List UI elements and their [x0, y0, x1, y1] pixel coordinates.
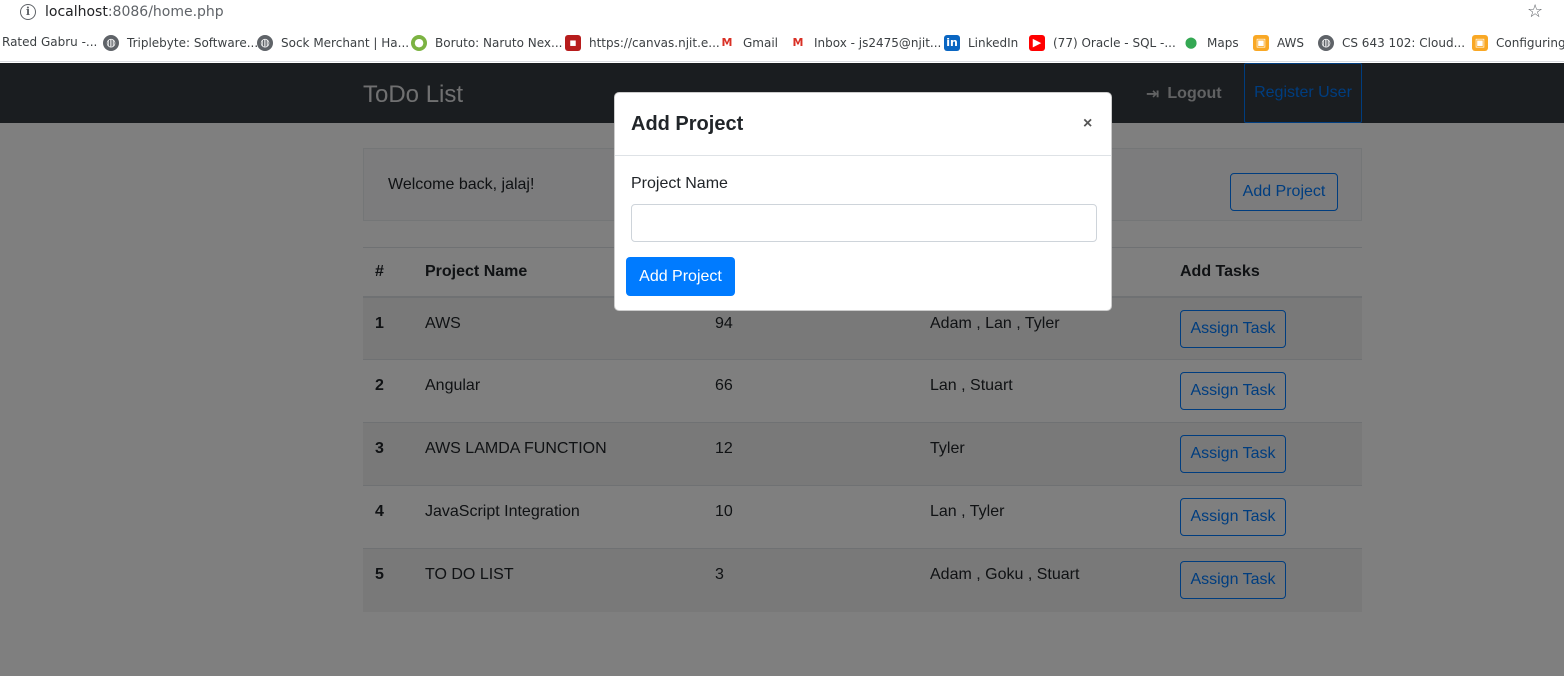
bookmark-label: AWS — [1277, 36, 1305, 50]
info-icon[interactable]: i — [20, 4, 36, 20]
globe-icon: ◍ — [257, 35, 273, 51]
address-bar[interactable]: i localhost:8086/home.php ☆ — [0, 0, 1564, 26]
gmail-icon: M — [792, 36, 804, 49]
project-name-label: Project Name — [631, 175, 728, 192]
bookmark-label: Configuring a — [1496, 36, 1564, 50]
bookmark-label: Inbox - js2475@njit... — [814, 36, 942, 50]
canvas-icon: ▪ — [565, 35, 581, 51]
globe-icon: ◍ — [103, 35, 119, 51]
bookmark-item[interactable]: ◍ Triplebyte: Software... — [103, 35, 258, 51]
bookmark-item[interactable]: M Gmail — [719, 35, 779, 51]
url-host: localhost — [45, 4, 108, 20]
bookmark-item[interactable]: ⬤ Maps — [1183, 35, 1239, 51]
aws-icon: ▣ — [1472, 35, 1488, 51]
bookmark-star-icon[interactable]: ☆ — [1527, 1, 1543, 22]
bookmark-label: Sock Merchant | Ha... — [281, 36, 410, 50]
bookmark-item[interactable]: ▪ https://canvas.njit.e... — [565, 35, 720, 51]
bookmarks-bar: Rated Gabru -... ◍ Triplebyte: Software..… — [0, 26, 1564, 62]
youtube-icon: ▶ — [1029, 35, 1045, 51]
modal-title: Add Project — [631, 113, 744, 135]
project-name-input[interactable] — [631, 204, 1097, 242]
aws-icon: ▣ — [1253, 35, 1269, 51]
url-path: :8086/home.php — [107, 4, 224, 20]
bookmark-label: https://canvas.njit.e... — [589, 36, 720, 50]
bookmark-item[interactable]: ● Boruto: Naruto Nex... — [411, 35, 562, 51]
bookmark-item[interactable]: in LinkedIn — [944, 35, 1018, 51]
bookmark-item[interactable]: ▶ (77) Oracle - SQL -... — [1029, 35, 1176, 51]
bookmark-label: Gmail — [743, 36, 779, 50]
add-project-submit-button[interactable]: Add Project — [626, 257, 735, 296]
bookmark-item[interactable]: ◍ Sock Merchant | Ha... — [257, 35, 409, 51]
bookmark-label: Rated Gabru -... — [2, 35, 98, 49]
bookmark-item[interactable]: ◍ CS 643 102: Cloud... — [1318, 35, 1465, 51]
bookmark-item[interactable]: M Inbox - js2475@njit... — [790, 35, 942, 51]
bookmark-label: LinkedIn — [968, 36, 1019, 50]
bookmark-label: CS 643 102: Cloud... — [1342, 36, 1466, 50]
globe-icon: ◍ — [1318, 35, 1334, 51]
bookmark-label: Triplebyte: Software... — [127, 36, 259, 50]
boruto-icon: ● — [411, 35, 427, 51]
linkedin-icon: in — [944, 35, 960, 51]
bookmark-label: Maps — [1207, 36, 1239, 50]
bookmark-label: (77) Oracle - SQL -... — [1053, 36, 1176, 50]
bookmark-item[interactable]: ▣ Configuring a — [1472, 35, 1564, 51]
bookmark-item[interactable]: Rated Gabru -... — [2, 35, 97, 49]
close-icon[interactable]: × — [1083, 115, 1092, 133]
url-text[interactable]: localhost:8086/home.php — [45, 4, 224, 20]
bookmark-item[interactable]: ▣ AWS — [1253, 35, 1304, 51]
bookmark-label: Boruto: Naruto Nex... — [435, 36, 563, 50]
maps-icon: ⬤ — [1184, 36, 1198, 49]
add-project-modal: Add Project × Project Name Add Project — [614, 92, 1112, 311]
gmail-icon: M — [721, 36, 733, 49]
modal-header: Add Project × — [615, 93, 1111, 156]
